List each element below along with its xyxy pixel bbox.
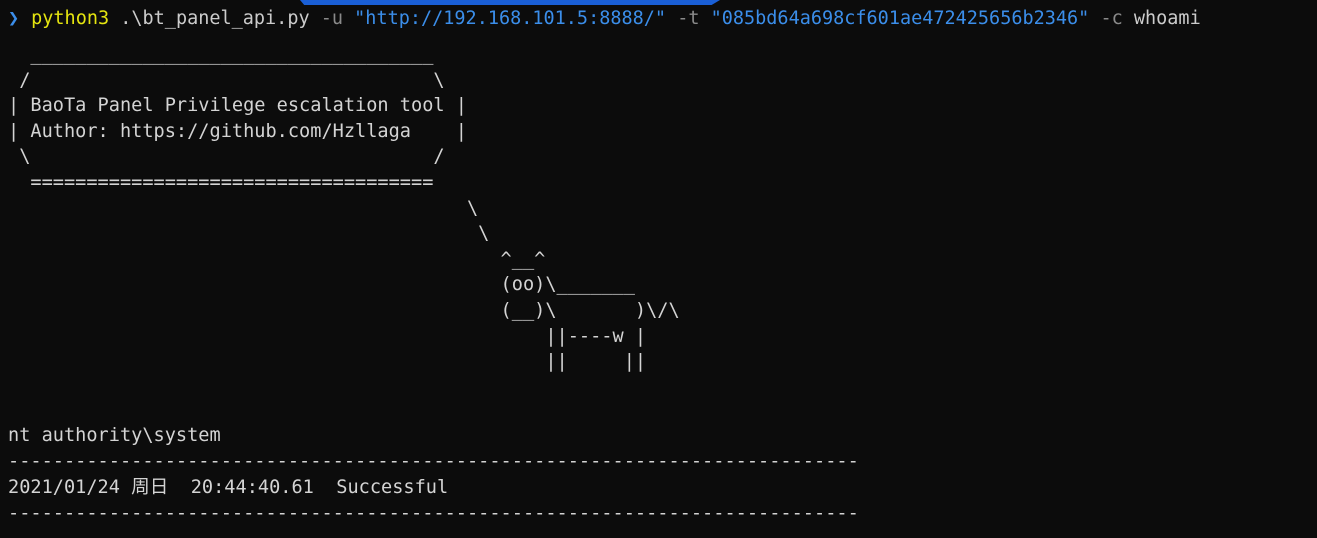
command-line: ❯ python3 .\bt_panel_api.py -u "http://19… bbox=[8, 6, 1201, 32]
output-user: nt authority\system bbox=[8, 425, 221, 446]
terminal-window[interactable]: ❯ python3 .\bt_panel_api.py -u "http://19… bbox=[0, 0, 1317, 538]
command-flag-cmd: -c bbox=[1100, 8, 1123, 29]
prompt-segment-blue bbox=[300, 0, 720, 5]
output-separator: ----------------------------------------… bbox=[8, 503, 859, 524]
prompt-chevron-icon: ❯ bbox=[8, 8, 20, 29]
command-script: .\bt_panel_api.py bbox=[120, 8, 310, 29]
output-separator: ----------------------------------------… bbox=[8, 451, 859, 472]
command-token: "085bd64a698cf601ae472425656b2346" bbox=[710, 8, 1090, 29]
command-executable: python3 bbox=[31, 8, 110, 29]
command-url: "http://192.168.101.5:8888/" bbox=[354, 8, 667, 29]
command-flag-token: -t bbox=[677, 8, 700, 29]
command-flag-url: -u bbox=[320, 8, 344, 29]
banner-ascii-art: ____________________________________ / \… bbox=[8, 44, 680, 373]
prompt-bar-remnant bbox=[0, 0, 1317, 5]
output-time: 20:44:40.61 bbox=[190, 477, 314, 498]
output-date: 2021/01/24 周日 bbox=[8, 477, 169, 498]
output-timestamp-line: 2021/01/24 周日 20:44:40.61 Successful bbox=[8, 475, 448, 501]
output-status: Successful bbox=[336, 477, 449, 498]
command-argument: whoami bbox=[1133, 8, 1201, 29]
